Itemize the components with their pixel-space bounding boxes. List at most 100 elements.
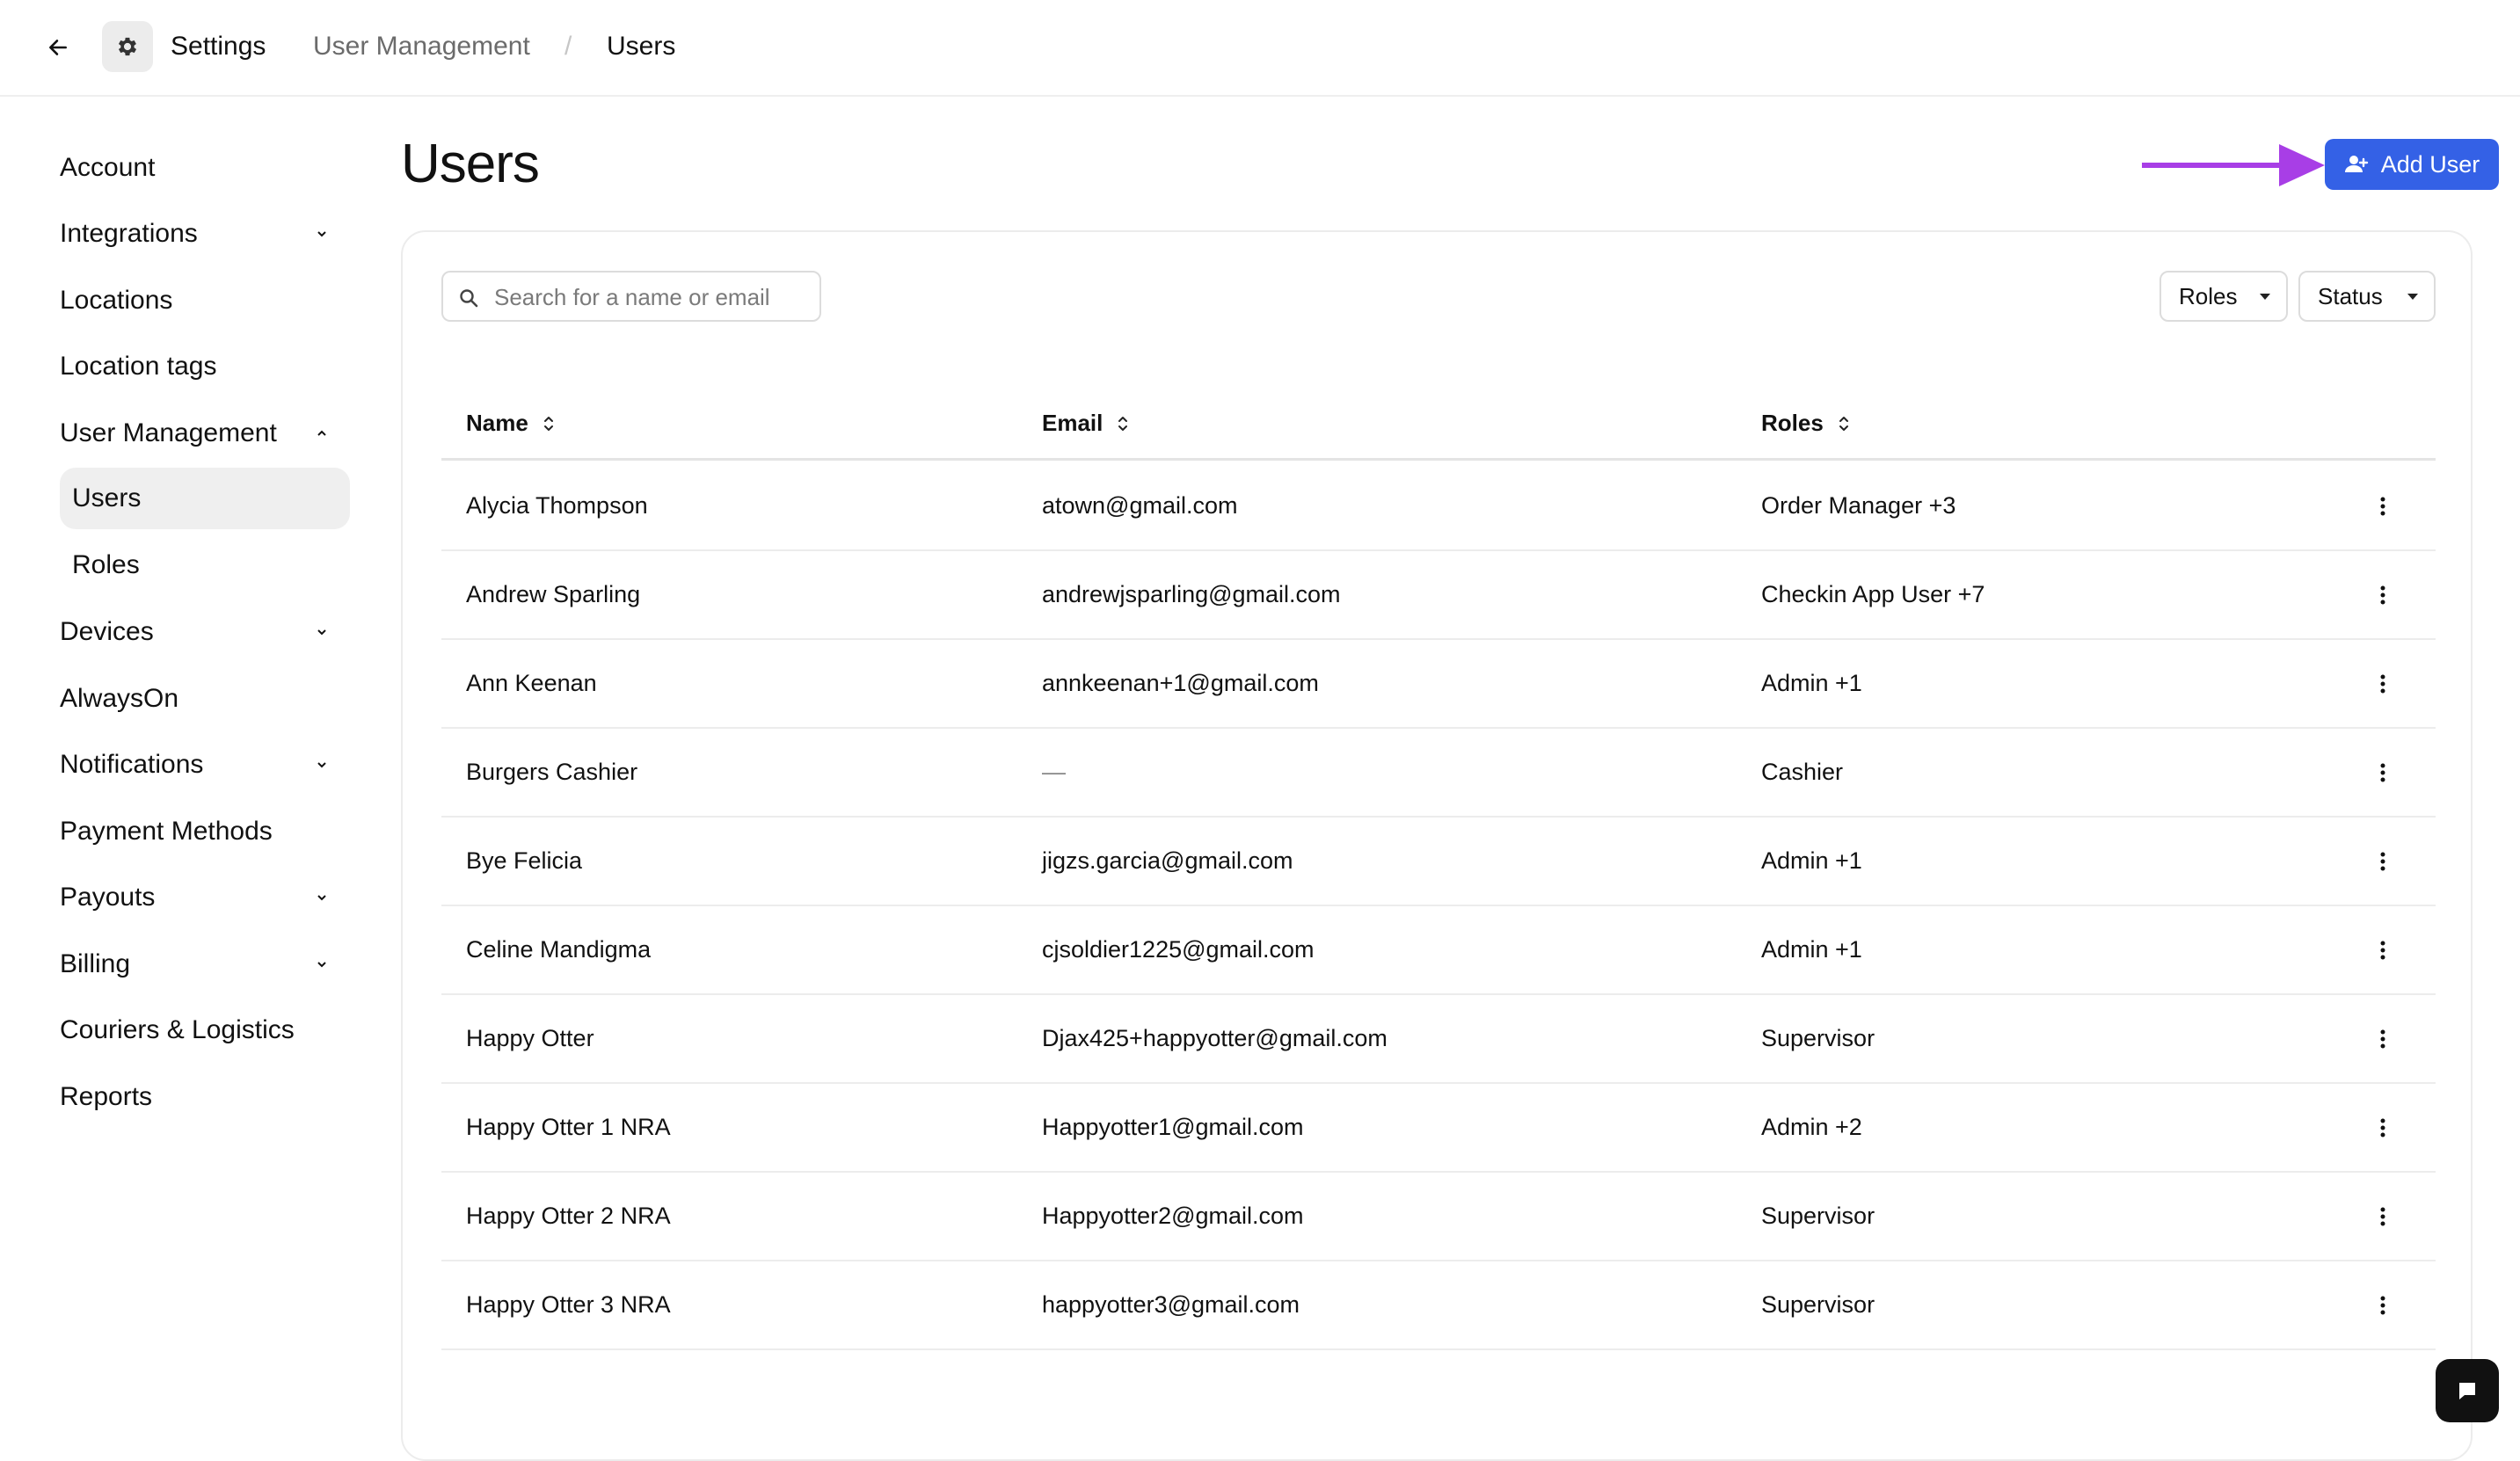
sidebar-item-location-tags[interactable]: Location tags (60, 340, 350, 393)
column-header-name[interactable]: Name (466, 410, 555, 437)
row-menu-button[interactable] (2367, 579, 2399, 611)
breadcrumb-user-management[interactable]: User Management (313, 28, 530, 65)
cell-roles: Supervisor (1761, 1203, 1875, 1229)
cell-name: Andrew Sparling (466, 581, 641, 607)
add-user-label: Add User (2380, 150, 2480, 178)
status-filter-dropdown[interactable]: Status (2298, 271, 2436, 322)
column-header-email[interactable]: Email (1042, 410, 1129, 437)
sidebar-item-users[interactable]: Users (60, 468, 350, 529)
chevron-down-icon (313, 623, 331, 641)
cell-name: Happy Otter 3 NRA (466, 1291, 671, 1318)
back-button[interactable] (39, 28, 77, 67)
sidebar-item-label: Locations (60, 286, 173, 315)
table-row[interactable]: Happy Otter Djax425+happyotter@gmail.com… (441, 995, 2436, 1084)
table-row[interactable]: Alycia Thompson atown@gmail.com Order Ma… (441, 462, 2436, 551)
row-menu-button[interactable] (2367, 846, 2399, 877)
gear-icon (118, 37, 137, 56)
roles-filter-label: Roles (2179, 282, 2238, 309)
more-vertical-icon (2380, 1029, 2385, 1049)
sidebar-item-user-management[interactable]: User Management (60, 407, 350, 460)
sidebar-item-couriers-logistics[interactable]: Couriers & Logistics (60, 1004, 350, 1057)
column-header-label: Name (466, 410, 528, 436)
row-menu-button[interactable] (2367, 934, 2399, 966)
cell-name: Happy Otter 1 NRA (466, 1114, 671, 1140)
caret-down-icon (2260, 294, 2270, 300)
table-header: Name Email Roles (441, 387, 2436, 461)
search-input[interactable] (494, 280, 811, 315)
sidebar-item-roles[interactable]: Roles (60, 539, 350, 592)
settings-icon-chip[interactable] (102, 21, 153, 72)
roles-filter-dropdown[interactable]: Roles (2159, 271, 2288, 322)
sidebar-item-label: AlwaysOn (60, 684, 179, 713)
table-row[interactable]: Andrew Sparling andrewjsparling@gmail.co… (441, 551, 2436, 640)
add-user-button[interactable]: Add User (2325, 139, 2499, 190)
row-menu-button[interactable] (2367, 491, 2399, 522)
sidebar-item-locations[interactable]: Locations (60, 274, 350, 327)
sidebar-item-notifications[interactable]: Notifications (60, 738, 350, 791)
search-icon (460, 289, 478, 308)
breadcrumb-settings[interactable]: Settings (171, 28, 266, 65)
sidebar-item-label: Reports (60, 1082, 153, 1111)
users-card: Roles Status Name Email Roles Alycia Th (401, 230, 2473, 1461)
sidebar-item-payouts[interactable]: Payouts (60, 871, 350, 924)
sidebar-item-label: Users (72, 483, 142, 512)
sort-icon (1118, 416, 1128, 431)
search-field[interactable] (441, 271, 821, 322)
sidebar-item-devices[interactable]: Devices (60, 606, 350, 658)
sidebar-item-label: Devices (60, 617, 154, 646)
breadcrumb-users: Users (607, 32, 676, 61)
cell-name: Bye Felicia (466, 847, 583, 874)
cell-email: cjsoldier1225@gmail.com (1042, 936, 1315, 963)
cell-name: Burgers Cashier (466, 759, 638, 785)
more-vertical-icon (2380, 497, 2385, 516)
sidebar-item-billing[interactable]: Billing (60, 938, 350, 991)
row-menu-button[interactable] (2367, 1112, 2399, 1144)
table-row[interactable]: Ann Keenan annkeenan+1@gmail.com Admin +… (441, 640, 2436, 729)
table-row[interactable]: Burgers Cashier — Cashier (441, 729, 2436, 818)
cell-email: annkeenan+1@gmail.com (1042, 670, 1319, 696)
cell-roles: Order Manager +3 (1761, 492, 1956, 519)
sidebar-item-label: Notifications (60, 750, 204, 779)
cell-email: happyotter3@gmail.com (1042, 1291, 1300, 1318)
breadcrumb-separator: / (564, 32, 572, 61)
sidebar-item-reports[interactable]: Reports (60, 1071, 350, 1123)
cell-roles: Admin +2 (1761, 1114, 1862, 1140)
sidebar-item-payment-methods[interactable]: Payment Methods (60, 805, 350, 858)
sidebar-item-label: Billing (60, 949, 131, 978)
chevron-up-icon (313, 425, 331, 442)
more-vertical-icon (2380, 674, 2385, 694)
cell-roles: Admin +1 (1761, 847, 1862, 874)
sort-icon (1839, 416, 1848, 431)
row-menu-button[interactable] (2367, 1201, 2399, 1232)
more-vertical-icon (2380, 1118, 2385, 1138)
sidebar-item-label: Roles (72, 550, 140, 579)
cell-roles: Supervisor (1761, 1291, 1875, 1318)
table-row[interactable]: Bye Felicia jigzs.garcia@gmail.com Admin… (441, 818, 2436, 906)
row-menu-button[interactable] (2367, 1290, 2399, 1321)
row-menu-button[interactable] (2367, 757, 2399, 789)
sidebar-item-label: Couriers & Logistics (60, 1015, 295, 1044)
cell-email: jigzs.garcia@gmail.com (1042, 847, 1293, 874)
row-menu-button[interactable] (2367, 1023, 2399, 1055)
sidebar-item-alwayson[interactable]: AlwaysOn (60, 672, 350, 725)
chat-button[interactable] (2436, 1359, 2499, 1422)
table-row[interactable]: Happy Otter 1 NRA Happyotter1@gmail.com … (441, 1084, 2436, 1173)
sidebar-item-integrations[interactable]: Integrations (60, 207, 350, 260)
caret-down-icon (2407, 294, 2418, 300)
cell-email: Happyotter2@gmail.com (1042, 1203, 1304, 1229)
row-menu-button[interactable] (2367, 668, 2399, 700)
top-bar: Settings User Management / Users (0, 0, 2520, 97)
column-header-label: Email (1042, 410, 1103, 436)
table-row[interactable]: Happy Otter 3 NRA happyotter3@gmail.com … (441, 1261, 2436, 1350)
user-plus-icon (2344, 156, 2368, 172)
column-header-roles[interactable]: Roles (1761, 410, 1850, 437)
sidebar-item-label: User Management (60, 418, 277, 447)
table-row[interactable]: Happy Otter 2 NRA Happyotter2@gmail.com … (441, 1173, 2436, 1261)
sidebar-item-account[interactable]: Account (60, 142, 350, 194)
cell-roles: Admin +1 (1761, 936, 1862, 963)
sort-icon (543, 416, 553, 431)
cell-roles: Cashier (1761, 759, 1844, 785)
cell-name: Happy Otter 2 NRA (466, 1203, 671, 1229)
table-row[interactable]: Celine Mandigma cjsoldier1225@gmail.com … (441, 906, 2436, 995)
sidebar-item-label: Payment Methods (60, 817, 273, 846)
